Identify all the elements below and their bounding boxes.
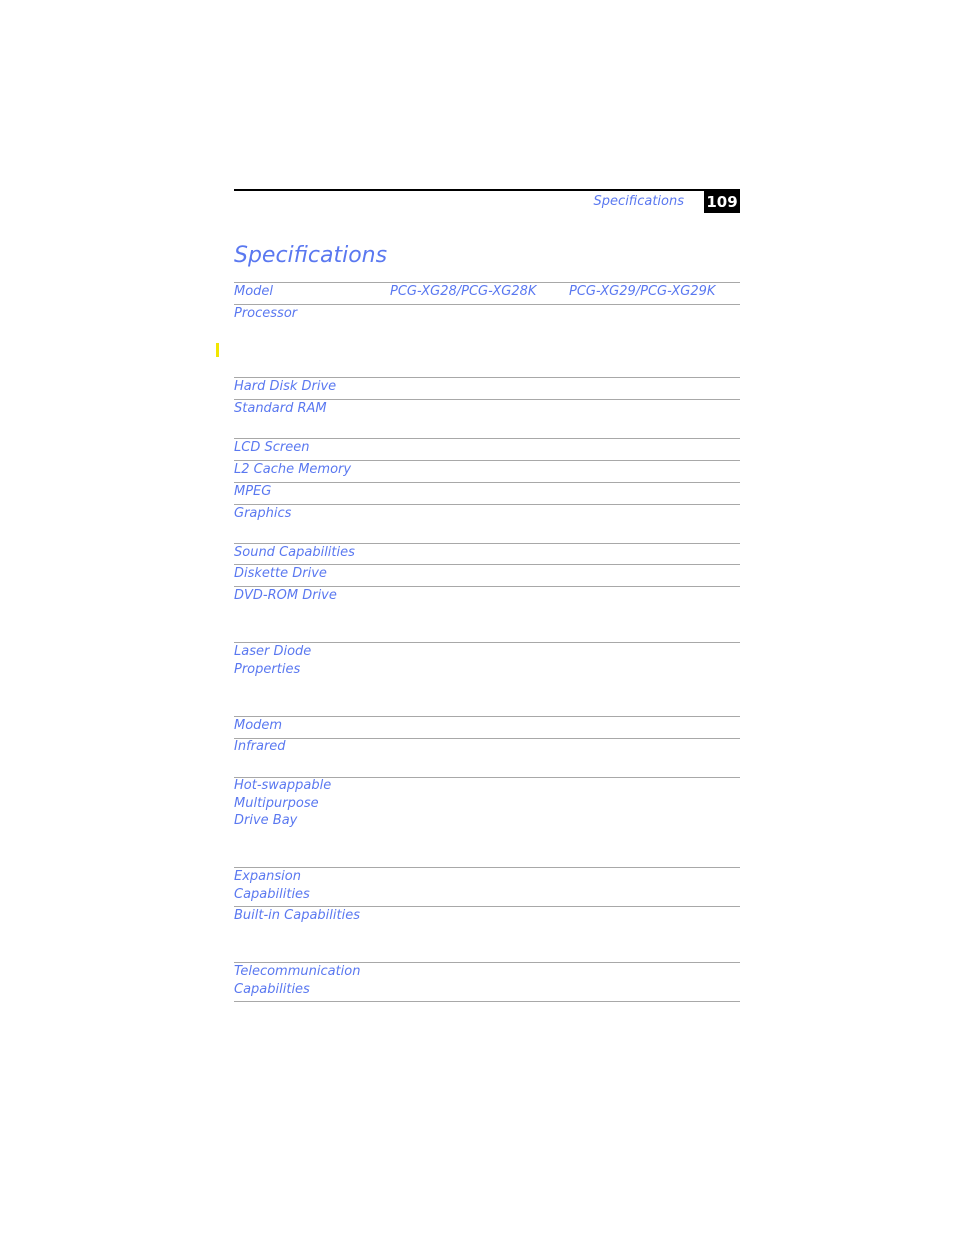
table-rule bbox=[234, 738, 740, 739]
table-rule bbox=[234, 438, 740, 439]
table-row-label: Hot-swappable Multipurpose Drive Bay bbox=[234, 778, 332, 828]
table-row-label: Processor bbox=[234, 306, 298, 321]
table-row-label: DVD-ROM Drive bbox=[234, 588, 337, 603]
table-row-label: Diskette Drive bbox=[234, 566, 327, 581]
table-row-label: Laser Diode Properties bbox=[234, 644, 312, 677]
table-row-label: L2 Cache Memory bbox=[234, 462, 352, 477]
table-rule bbox=[234, 304, 740, 305]
table-row-label: MPEG bbox=[234, 484, 272, 499]
table-rule bbox=[234, 504, 740, 505]
table-row-label: Sound Capabilities bbox=[234, 545, 355, 560]
column-header-model: Model bbox=[234, 284, 274, 299]
table-row-label: LCD Screen bbox=[234, 440, 310, 455]
table-row-label: Telecommunication Capabilities bbox=[234, 964, 361, 997]
table-row-label: Built-in Capabilities bbox=[234, 908, 360, 923]
table-rule bbox=[234, 1001, 740, 1002]
change-bar-marker bbox=[216, 343, 219, 357]
table-row-label: Expansion Capabilities bbox=[234, 869, 310, 902]
table-row-label: Standard RAM bbox=[234, 401, 327, 416]
table-rule bbox=[234, 867, 740, 868]
table-row-label: Graphics bbox=[234, 506, 292, 521]
table-row-label: Hard Disk Drive bbox=[234, 379, 337, 394]
table-rule bbox=[234, 716, 740, 717]
table-rule bbox=[234, 482, 740, 483]
column-header-xg28: PCG-XG28/PCG-XG28K bbox=[390, 284, 537, 299]
table-row-label: Infrared bbox=[234, 739, 286, 754]
running-head-title: Specifications bbox=[593, 194, 684, 209]
section-title: Specifications bbox=[234, 243, 388, 268]
table-row-label: Modem bbox=[234, 718, 283, 733]
column-header-xg29: PCG-XG29/PCG-XG29K bbox=[569, 284, 716, 299]
page-number: 109 bbox=[704, 191, 740, 213]
header-rule bbox=[234, 189, 740, 191]
